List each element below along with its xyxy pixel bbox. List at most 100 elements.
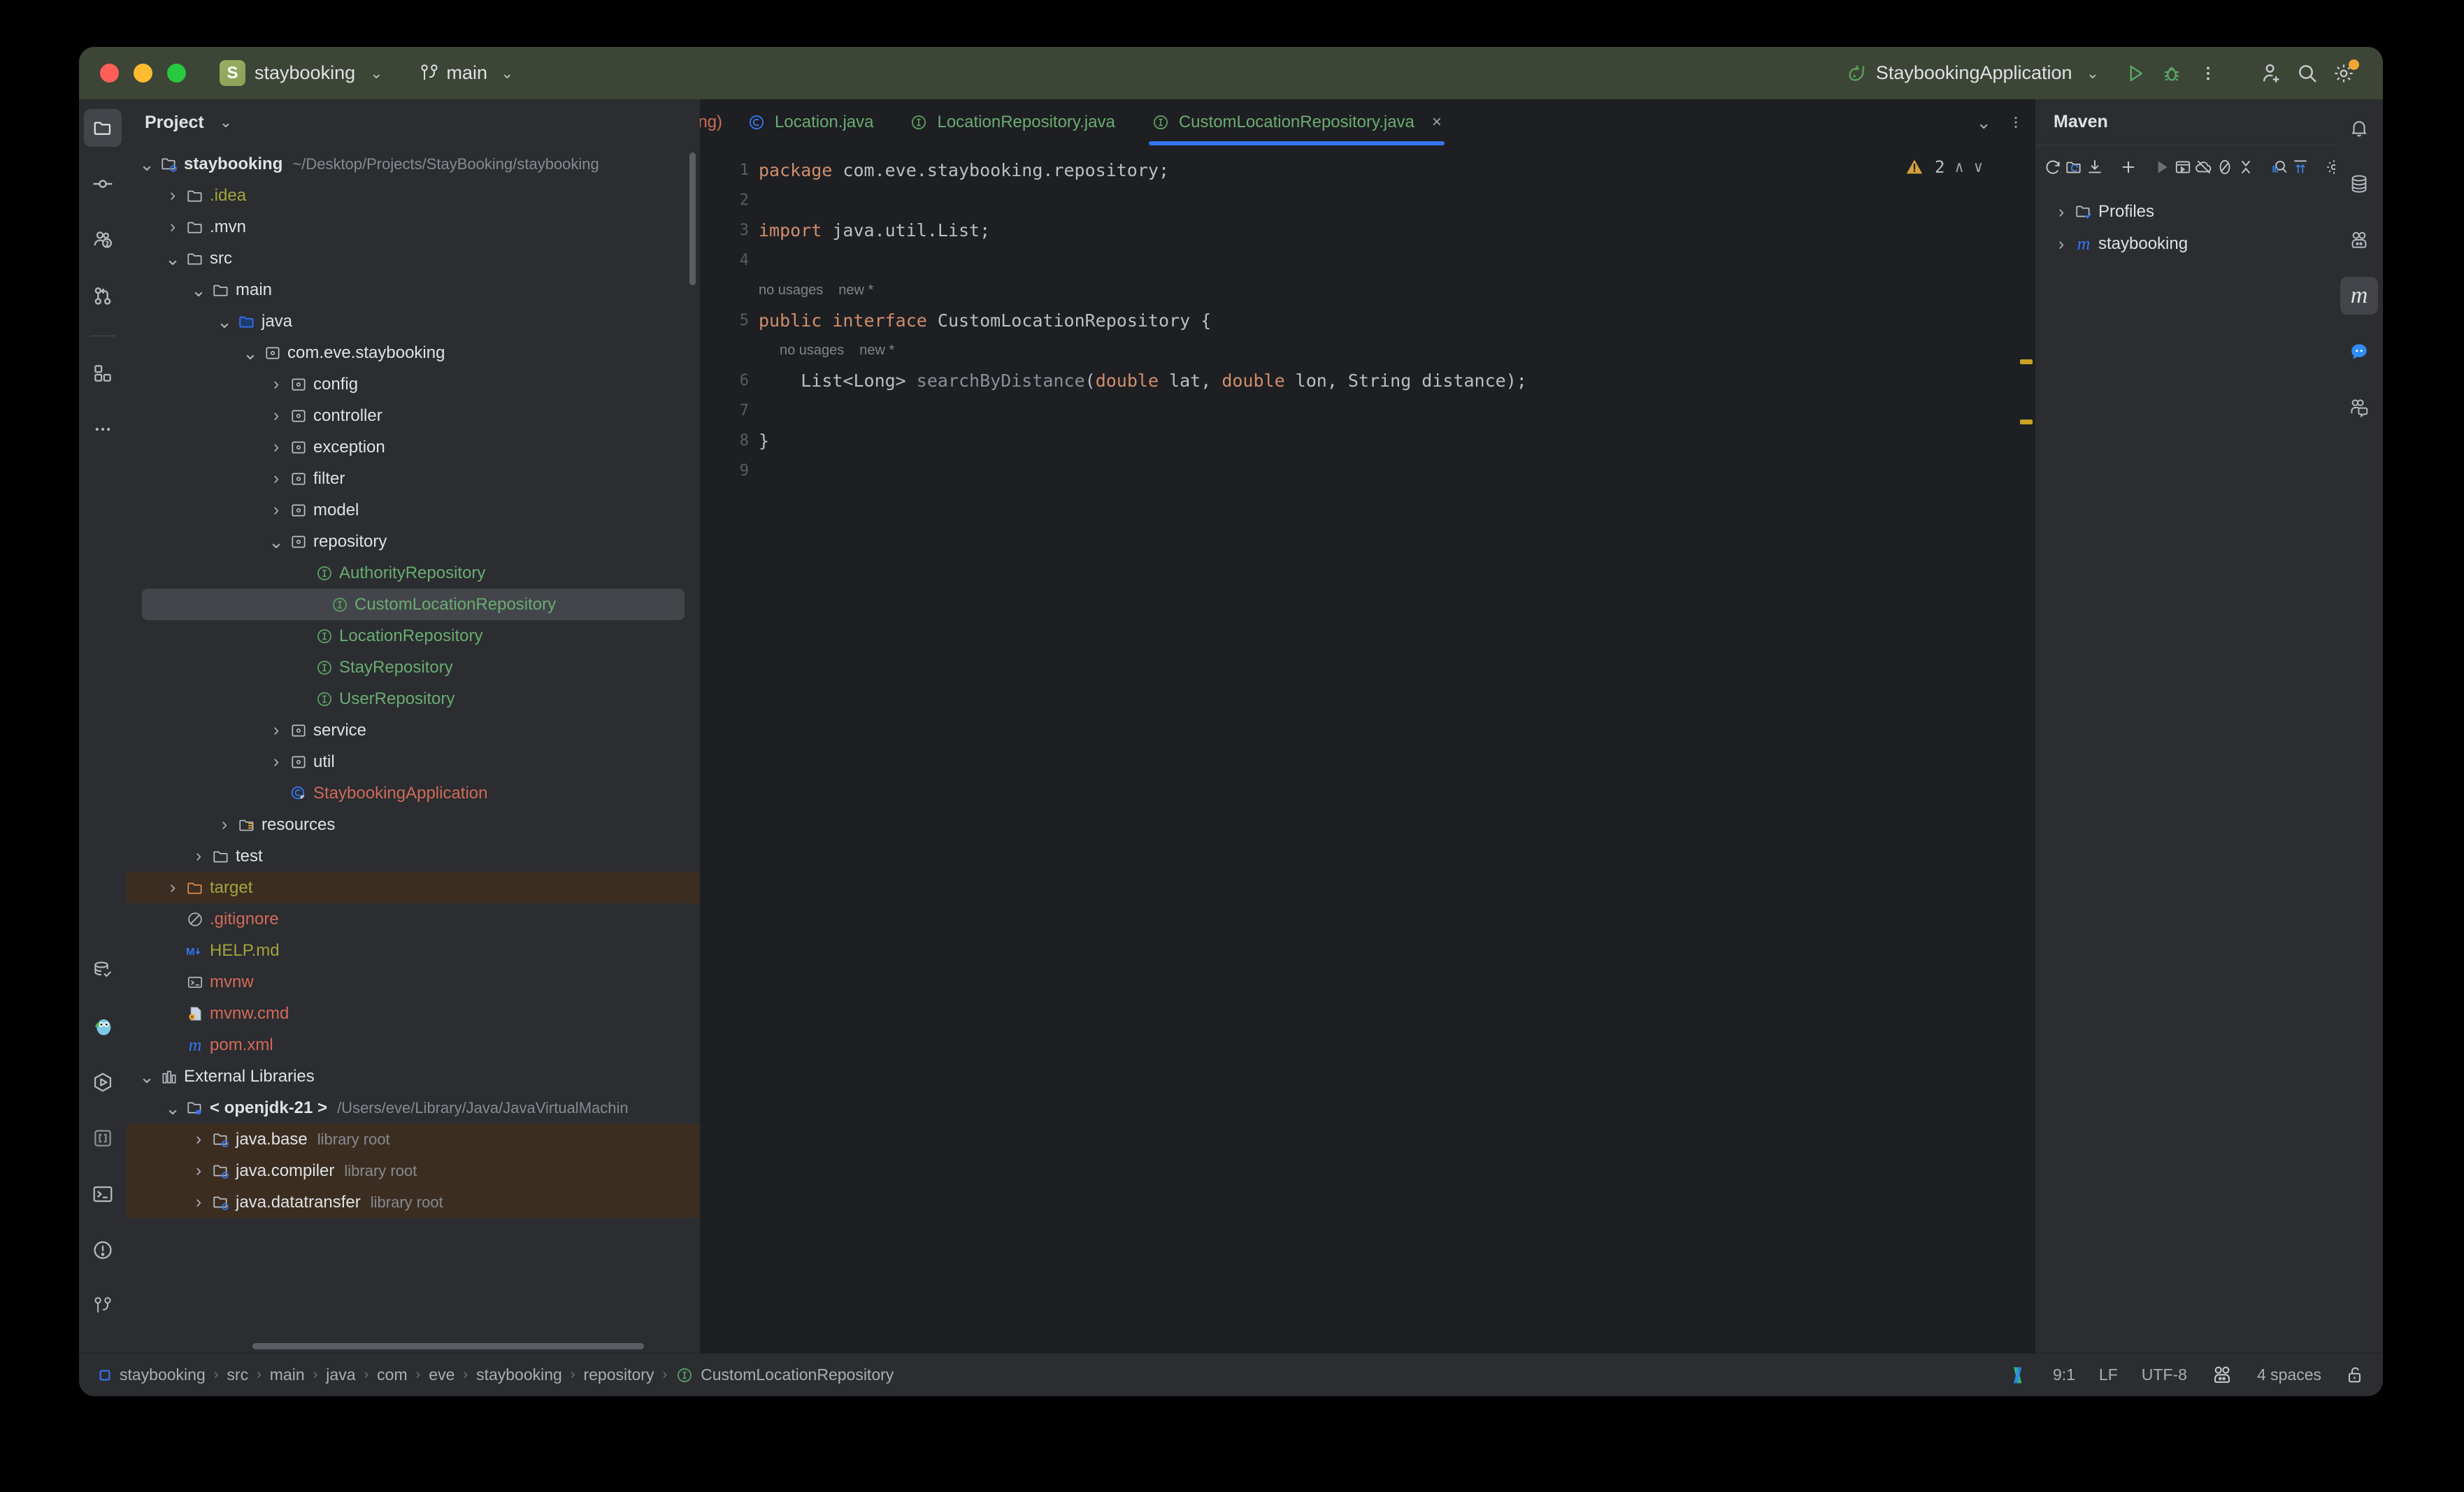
project-tree-row-selected[interactable]: CustomLocationRepository	[142, 589, 685, 620]
new-marker-label[interactable]: new *	[859, 343, 894, 358]
new-marker-label[interactable]: new *	[838, 282, 873, 298]
project-tree-row[interactable]: ›java.datatransferlibrary root	[127, 1186, 700, 1218]
sidebar-item-gopher[interactable]	[84, 1007, 122, 1045]
breadcrumb-item[interactable]: eve	[429, 1365, 454, 1384]
file-encoding[interactable]: UTF-8	[2142, 1365, 2187, 1384]
show-dependencies-button[interactable]	[2270, 155, 2288, 180]
breadcrumb-item[interactable]: repository	[583, 1365, 654, 1384]
chevron-right-icon[interactable]: ›	[266, 374, 287, 394]
chevron-right-icon[interactable]: ›	[188, 1192, 209, 1212]
breadcrumb-item[interactable]: main	[270, 1365, 305, 1384]
ai-chat-button[interactable]	[2340, 221, 2378, 259]
chevron-right-icon[interactable]: ›	[266, 406, 287, 426]
breadcrumb-item[interactable]: com	[377, 1365, 407, 1384]
sidebar-item-ai-assistant[interactable]	[84, 221, 122, 259]
project-tree-row[interactable]: ⌄< openjdk-21 >/Users/eve/Library/Java/J…	[127, 1092, 700, 1124]
project-tree-row[interactable]: ›exception	[127, 431, 700, 463]
chevron-down-icon[interactable]: ⌄	[136, 1072, 157, 1082]
sidebar-item-run[interactable]	[84, 1063, 122, 1101]
warning-marker[interactable]	[2020, 359, 2033, 364]
database-button[interactable]	[2340, 165, 2378, 203]
project-tree-row[interactable]: ›target	[127, 872, 700, 903]
project-tree-row[interactable]: MHELP.md	[127, 935, 700, 966]
project-tree-row[interactable]: LocationRepository	[127, 620, 700, 652]
code-content[interactable]: package com.eve.staybooking.repository; …	[759, 145, 2018, 1353]
code-vision-annotation[interactable]: no usages new *	[759, 275, 2018, 306]
chevron-down-icon[interactable]: ⌄	[1976, 112, 1991, 134]
breadcrumb-item[interactable]: java	[326, 1365, 355, 1384]
inspection-widget[interactable]: 2 ∧ ∨	[1904, 157, 1983, 178]
code-line[interactable]	[759, 456, 2018, 486]
line-separator[interactable]: LF	[2099, 1365, 2118, 1384]
chevron-down-icon[interactable]: ⌄	[220, 115, 232, 130]
chevron-down-icon[interactable]: ⌄	[162, 1103, 183, 1113]
project-tree-vertical-scrollbar[interactable]	[689, 152, 696, 285]
project-panel-header[interactable]: Project ⌄	[127, 99, 700, 145]
project-tree-row[interactable]: StayRepository	[127, 652, 700, 683]
project-tree-row[interactable]: ›config	[127, 368, 700, 400]
maven-tree-row[interactable]: ›Profiles	[2035, 196, 2335, 228]
chevron-down-icon[interactable]: ⌄	[240, 348, 261, 358]
maven-project-tree[interactable]: ›Profiles›mstaybooking	[2035, 189, 2335, 260]
project-tree-row[interactable]: ›controller	[127, 400, 700, 431]
chevron-down-icon[interactable]: ⌄	[214, 317, 235, 327]
toggle-offline-mode-button[interactable]	[2195, 155, 2213, 180]
project-tree-row[interactable]: mvnw.cmd	[127, 998, 700, 1029]
chevron-right-icon[interactable]: ›	[266, 720, 287, 740]
chevron-right-icon[interactable]: ›	[2051, 202, 2072, 222]
sidebar-item-problems[interactable]	[84, 1231, 122, 1269]
chevron-down-icon[interactable]: ⌄	[188, 285, 209, 295]
idea-vcs-icon[interactable]	[2010, 1365, 2029, 1386]
chevron-right-icon[interactable]: ›	[214, 815, 235, 835]
chevron-right-icon[interactable]: ›	[188, 1161, 209, 1181]
chevron-right-icon[interactable]: ›	[266, 468, 287, 489]
project-tree-row[interactable]: AuthorityRepository	[127, 557, 700, 589]
sidebar-item-endpoints[interactable]	[84, 1119, 122, 1157]
sidebar-item-version-control[interactable]	[84, 1287, 122, 1325]
project-selector[interactable]: S staybooking ⌄	[220, 60, 383, 86]
project-tree-row[interactable]: ⌄repository	[127, 526, 700, 557]
breadcrumb-item[interactable]: staybooking	[476, 1365, 562, 1384]
code-editor[interactable]: 123456789 package com.eve.staybooking.re…	[700, 145, 2035, 1353]
project-tree-row[interactable]: ⌄src	[127, 243, 700, 274]
reload-all-projects-button[interactable]	[2044, 155, 2062, 180]
indent-setting[interactable]: 4 spaces	[2257, 1365, 2321, 1384]
chevron-down-icon[interactable]: ⌄	[266, 537, 287, 547]
project-tree-row[interactable]: ›test	[127, 840, 700, 872]
collapse-all-button[interactable]	[2237, 155, 2255, 180]
project-tree-row[interactable]: ›.idea	[127, 180, 700, 211]
run-maven-build-button[interactable]	[2153, 155, 2171, 180]
code-with-me-button[interactable]	[2340, 389, 2378, 426]
maven-tool-window-button[interactable]: m	[2340, 277, 2378, 315]
sidebar-item-terminal[interactable]	[84, 1175, 122, 1213]
code-line[interactable]	[759, 396, 2018, 426]
settings-button[interactable]	[2326, 55, 2362, 92]
download-sources-button[interactable]	[2086, 155, 2104, 180]
project-tree-row[interactable]: ›model	[127, 494, 700, 526]
chevron-right-icon[interactable]: ›	[266, 752, 287, 772]
usages-label[interactable]: no usages	[759, 282, 823, 298]
code-line[interactable]: List<Long> searchByDistance(double lat, …	[759, 366, 2018, 396]
code-line[interactable]: package com.eve.staybooking.repository;	[759, 155, 2018, 185]
project-tree-row[interactable]: UserRepository	[127, 683, 700, 715]
breadcrumb-item[interactable]: src	[227, 1365, 248, 1384]
sidebar-item-pull-requests[interactable]	[84, 277, 122, 315]
close-window-button[interactable]	[100, 64, 119, 83]
add-account-button[interactable]	[2253, 55, 2289, 92]
chevron-right-icon[interactable]: ›	[2051, 234, 2072, 254]
project-tree-row[interactable]: ›resources	[127, 809, 700, 840]
project-tree-row[interactable]: ›.mvn	[127, 211, 700, 243]
sidebar-item-project[interactable]	[84, 109, 122, 147]
sidebar-item-commit[interactable]	[84, 165, 122, 203]
project-tree-row[interactable]: ›java.baselibrary root	[127, 1124, 700, 1155]
execute-maven-goal-button[interactable]	[2174, 155, 2192, 180]
sidebar-item-more[interactable]	[84, 410, 122, 448]
breadcrumb-item[interactable]: staybooking	[120, 1365, 206, 1384]
sidebar-item-structure[interactable]	[84, 354, 122, 392]
breadcrumb-item[interactable]: CustomLocationRepository	[701, 1365, 894, 1384]
chevron-down-icon[interactable]: ⌄	[162, 254, 183, 264]
usages-label[interactable]: no usages	[780, 343, 844, 358]
editor-marker-bar[interactable]	[2018, 145, 2035, 1353]
chevron-right-icon[interactable]: ›	[162, 877, 183, 898]
chevron-right-icon[interactable]: ›	[162, 185, 183, 206]
